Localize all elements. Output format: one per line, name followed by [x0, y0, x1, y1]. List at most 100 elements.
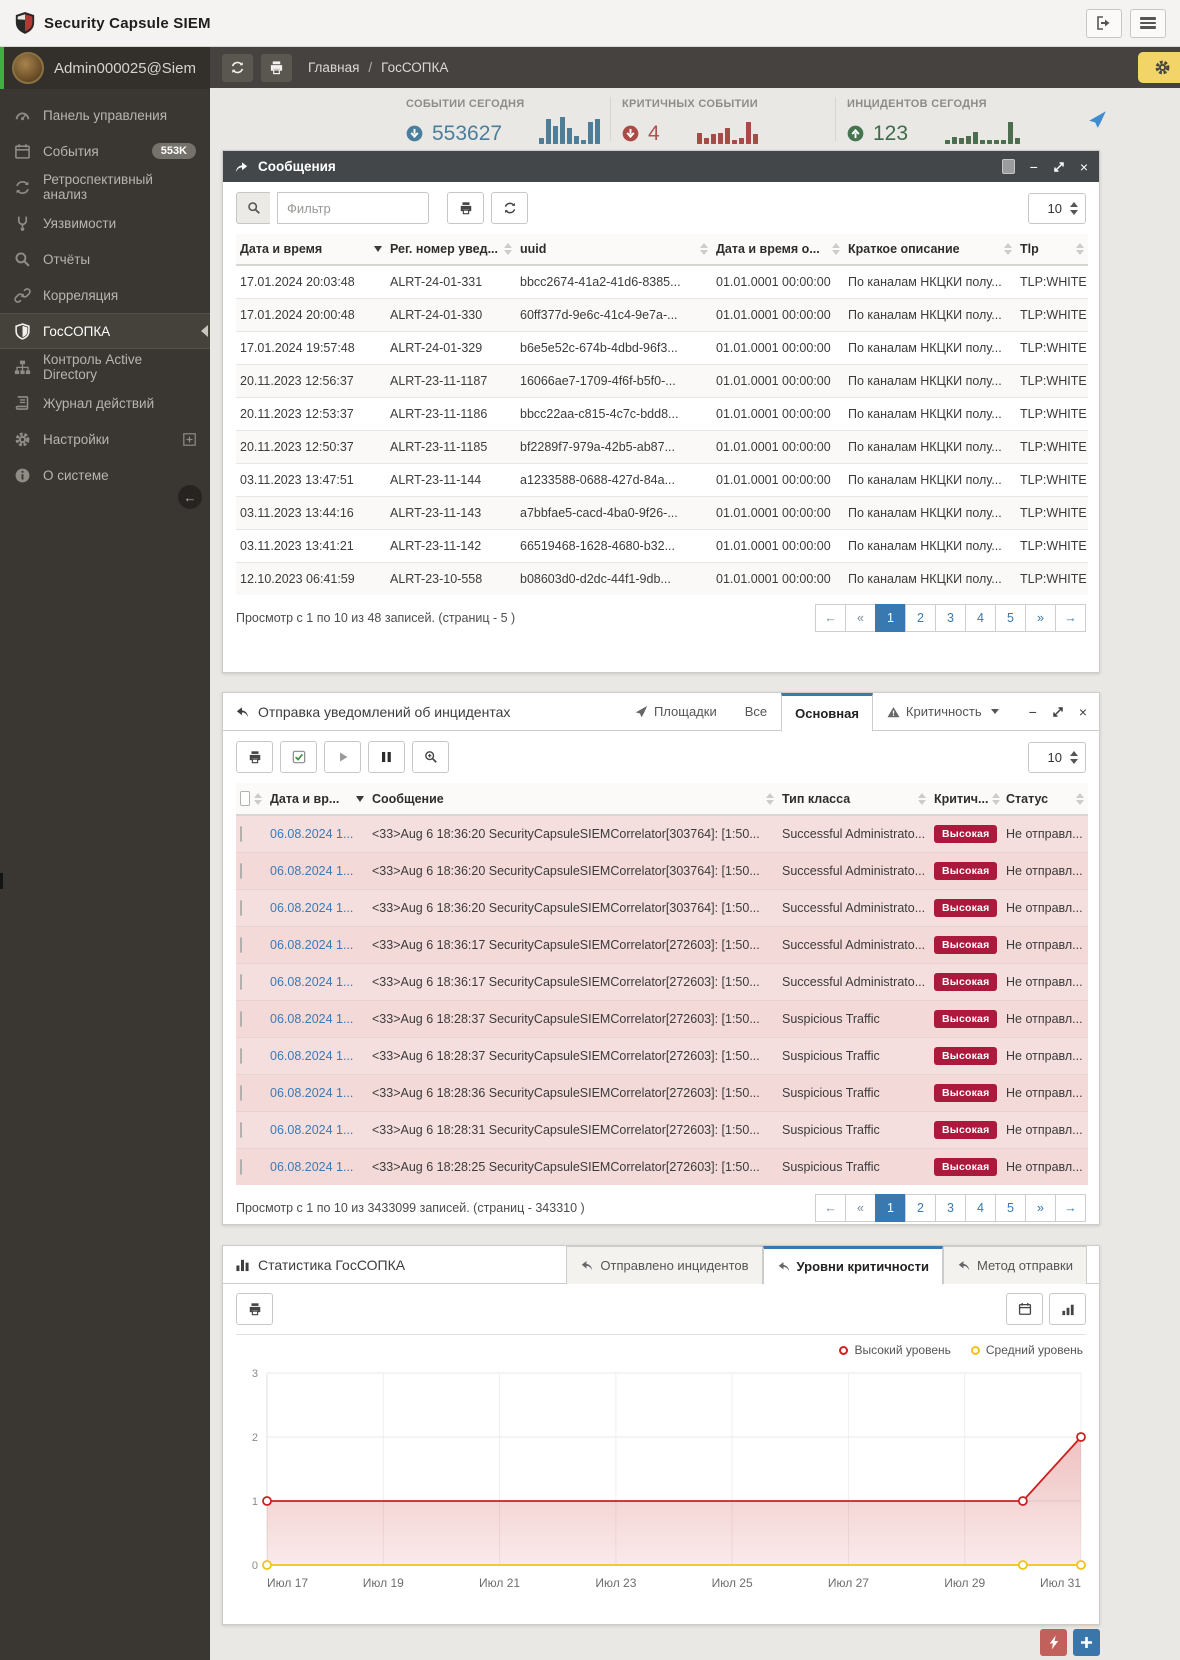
incident-date-link[interactable]: 06.08.2024 1...	[270, 827, 353, 841]
incident-date-link[interactable]: 06.08.2024 1...	[270, 1160, 353, 1174]
pause-button[interactable]	[368, 741, 405, 773]
logout-button[interactable]	[1086, 8, 1122, 38]
chart-type-button[interactable]	[1049, 1293, 1086, 1325]
page-next-button[interactable]: »	[1025, 604, 1056, 632]
row-checkbox[interactable]	[240, 974, 242, 990]
table-row[interactable]: 20.11.2023 12:56:37 ALRT-23-11-1187 16066a…	[236, 364, 1088, 398]
sidebar-item-action-log[interactable]: Журнал действий	[0, 385, 210, 421]
incident-date-link[interactable]: 06.08.2024 1...	[270, 1123, 353, 1137]
sidebar-item-correlation[interactable]: Корреляция	[0, 277, 210, 313]
tab-sites[interactable]: Площадки	[621, 693, 731, 731]
sidebar-item-retrospective[interactable]: Ретроспективный анализ	[0, 169, 210, 205]
page-button[interactable]: 2	[905, 604, 936, 632]
col-status[interactable]: Статус	[1002, 783, 1088, 816]
print-table-button[interactable]	[236, 741, 273, 773]
page-size-select[interactable]: 10	[1028, 192, 1086, 224]
breadcrumb-home[interactable]: Главная	[308, 60, 359, 75]
table-row[interactable]: 20.11.2023 12:53:37 ALRT-23-11-1186 bbcc22…	[236, 397, 1088, 431]
page-button[interactable]: 3	[935, 604, 966, 632]
sidebar-user[interactable]: Admin000025@Siem	[0, 47, 210, 89]
table-row[interactable]: 06.08.2024 1... <33>Aug 6 18:28:31 Securi…	[236, 1111, 1088, 1149]
col-reg-number[interactable]: Рег. номер увед...	[386, 234, 516, 266]
expand-button[interactable]	[1053, 161, 1065, 173]
col-description[interactable]: Краткое описание	[844, 234, 1016, 266]
date-range-button[interactable]	[1006, 1293, 1043, 1325]
page-last-button[interactable]: →	[1055, 604, 1086, 632]
minimize-button[interactable]: −	[1030, 160, 1038, 174]
table-row[interactable]: 06.08.2024 1... <33>Aug 6 18:36:17 Securi…	[236, 963, 1088, 1001]
close-button[interactable]: ×	[1080, 160, 1088, 174]
table-row[interactable]: 20.11.2023 12:50:37 ALRT-23-11-1185 bf2289…	[236, 430, 1088, 464]
sidebar-item-events[interactable]: События 553K	[0, 133, 210, 169]
navigation-arrow-icon[interactable]	[1088, 110, 1107, 129]
page-first-button[interactable]: ←	[815, 604, 846, 632]
tab-send-method[interactable]: Метод отправки	[943, 1245, 1087, 1284]
table-row[interactable]: 06.08.2024 1... <33>Aug 6 18:36:20 Securi…	[236, 814, 1088, 853]
tab-main[interactable]: Основная	[781, 692, 873, 732]
incident-date-link[interactable]: 06.08.2024 1...	[270, 1049, 353, 1063]
table-row[interactable]: 03.11.2023 13:41:21 ALRT-23-11-142 6651946…	[236, 529, 1088, 563]
refresh-page-button[interactable]	[222, 53, 253, 82]
severity-levels-chart[interactable]: Июл 17 Июл 19 Июл 21 Июл 23 Июл 25 Июл 27 Июл …	[235, 1363, 1087, 1595]
select-all-button[interactable]	[280, 741, 317, 773]
print-page-button[interactable]	[261, 53, 292, 82]
quick-action-button[interactable]	[1040, 1629, 1067, 1656]
incident-date-link[interactable]: 06.08.2024 1...	[270, 901, 353, 915]
expand-button[interactable]	[1052, 706, 1064, 718]
page-button[interactable]: 5	[995, 604, 1026, 632]
col-tlp[interactable]: Tlp	[1016, 234, 1088, 266]
table-row[interactable]: 03.11.2023 13:44:16 ALRT-23-11-143 a7bbfae…	[236, 496, 1088, 530]
page-last-button[interactable]: →	[1055, 1194, 1086, 1222]
table-row[interactable]: 06.08.2024 1... <33>Aug 6 18:28:36 Securi…	[236, 1074, 1088, 1112]
tab-all[interactable]: Все	[731, 693, 781, 731]
settings-gear-button[interactable]	[1138, 52, 1180, 83]
table-row[interactable]: 06.08.2024 1... <33>Aug 6 18:36:20 Securi…	[236, 852, 1088, 890]
sidebar-item-active-directory[interactable]: Контроль Active Directory	[0, 349, 210, 385]
row-checkbox[interactable]	[240, 1085, 242, 1101]
sidebar-item-settings[interactable]: Настройки	[0, 421, 210, 457]
page-first-button[interactable]: ←	[815, 1194, 846, 1222]
filter-input[interactable]	[277, 192, 429, 224]
row-checkbox[interactable]	[240, 1048, 242, 1064]
page-button[interactable]: 1	[875, 604, 906, 632]
tab-sent-incidents[interactable]: Отправлено инцидентов	[566, 1245, 763, 1284]
refresh-table-button[interactable]	[491, 192, 528, 224]
select-all-checkbox[interactable]	[240, 791, 250, 806]
table-row[interactable]: 17.01.2024 20:03:48 ALRT-24-01-331 bbcc267…	[236, 264, 1088, 299]
table-row[interactable]: 06.08.2024 1... <33>Aug 6 18:36:17 Securi…	[236, 926, 1088, 964]
table-row[interactable]: 12.10.2023 06:41:59 ALRT-23-10-558 b08603d…	[236, 562, 1088, 595]
incident-date-link[interactable]: 06.08.2024 1...	[270, 975, 353, 989]
tab-severity-dropdown[interactable]: Критичность	[873, 693, 1013, 731]
menu-button[interactable]	[1130, 8, 1166, 38]
table-row[interactable]: 17.01.2024 19:57:48 ALRT-24-01-329 b6e5e52…	[236, 331, 1088, 365]
page-size-select[interactable]: 10	[1028, 741, 1086, 773]
row-checkbox[interactable]	[240, 826, 242, 842]
print-table-button[interactable]	[447, 192, 484, 224]
incident-date-link[interactable]: 06.08.2024 1...	[270, 1086, 353, 1100]
page-next-button[interactable]: »	[1025, 1194, 1056, 1222]
col-datetime[interactable]: Дата и время	[236, 234, 386, 266]
tab-severity-levels[interactable]: Уровни критичности	[762, 1245, 944, 1285]
col-message[interactable]: Сообщение	[368, 783, 778, 816]
table-row[interactable]: 06.08.2024 1... <33>Aug 6 18:28:37 Securi…	[236, 1037, 1088, 1075]
sidebar-item-about[interactable]: О системе	[0, 457, 210, 493]
table-row[interactable]: 06.08.2024 1... <33>Aug 6 18:36:20 Securi…	[236, 889, 1088, 927]
page-button[interactable]: 3	[935, 1194, 966, 1222]
add-button[interactable]	[1073, 1629, 1100, 1656]
layout-swatch-button[interactable]	[1001, 159, 1015, 174]
col-severity[interactable]: Критич...	[930, 783, 1002, 816]
table-row[interactable]: 17.01.2024 20:00:48 ALRT-24-01-330 60ff377…	[236, 298, 1088, 332]
page-prev-button[interactable]: «	[845, 1194, 876, 1222]
row-checkbox[interactable]	[240, 900, 242, 916]
row-checkbox[interactable]	[240, 937, 242, 953]
col-class-type[interactable]: Тип класса	[778, 783, 930, 816]
row-checkbox[interactable]	[240, 1122, 242, 1138]
page-button[interactable]: 2	[905, 1194, 936, 1222]
page-button[interactable]: 4	[965, 604, 996, 632]
zoom-in-button[interactable]	[412, 741, 449, 773]
col-uuid[interactable]: uuid	[516, 234, 712, 266]
play-button[interactable]	[324, 741, 361, 773]
table-row[interactable]: 06.08.2024 1... <33>Aug 6 18:28:37 Securi…	[236, 1000, 1088, 1038]
row-checkbox[interactable]	[240, 1011, 242, 1027]
incident-date-link[interactable]: 06.08.2024 1...	[270, 864, 353, 878]
